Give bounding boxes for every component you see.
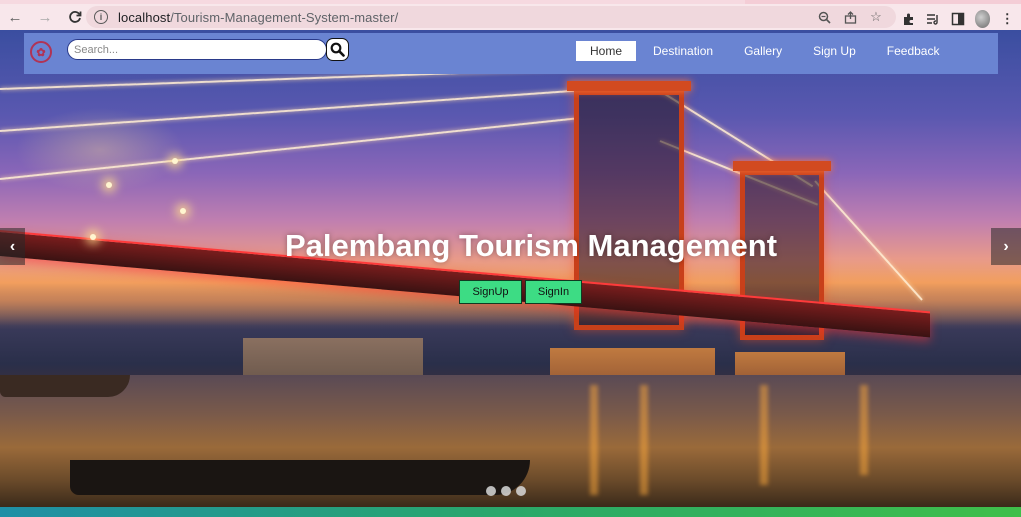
boat-silhouette <box>0 375 130 397</box>
page-viewport: ✿ Home Destination Gallery Sign Up Feedb… <box>0 30 1021 517</box>
hero-background-image <box>0 30 1021 507</box>
light-reflection <box>640 385 648 495</box>
nav-home[interactable]: Home <box>576 41 637 61</box>
search-icon <box>330 42 345 57</box>
media-icon[interactable] <box>926 10 942 28</box>
forward-arrow-icon[interactable]: → <box>34 6 56 28</box>
chevron-left-icon: ‹ <box>9 237 16 255</box>
bridge-cable <box>0 117 577 180</box>
nav-feedback[interactable]: Feedback <box>873 41 954 61</box>
reload-icon[interactable] <box>64 6 86 28</box>
nav-destination[interactable]: Destination <box>639 41 727 61</box>
zoom-icon[interactable] <box>814 7 834 27</box>
site-navbar: ✿ Home Destination Gallery Sign Up Feedb… <box>24 33 998 74</box>
street-lamp <box>106 182 112 188</box>
carousel-next-button[interactable]: › <box>991 228 1021 265</box>
light-reflection <box>860 385 868 475</box>
address-bar[interactable]: i localhost/Tourism-Management-System-ma… <box>86 6 896 28</box>
nav-menu: Home Destination Gallery Sign Up Feedbac… <box>576 41 956 61</box>
carousel-prev-button[interactable]: ‹ <box>0 228 25 265</box>
back-arrow-icon[interactable]: ← <box>4 6 26 28</box>
menu-dots-icon[interactable]: ⋮ <box>999 10 1015 28</box>
signup-button[interactable]: SignUp <box>459 280 522 304</box>
avatar-icon[interactable] <box>974 10 991 28</box>
nav-sign-up[interactable]: Sign Up <box>799 41 870 61</box>
url-text[interactable]: localhost/Tourism-Management-System-mast… <box>118 10 398 25</box>
boat-silhouette <box>70 460 530 495</box>
hero-title: Palembang Tourism Management <box>284 228 778 263</box>
share-icon[interactable] <box>840 7 860 27</box>
logo-icon[interactable]: ✿ <box>30 41 52 63</box>
search-input[interactable] <box>67 39 327 60</box>
extensions-icon[interactable] <box>901 10 917 28</box>
light-reflection <box>760 385 768 485</box>
street-lamp <box>180 208 186 214</box>
browser-toolbar: ← → i localhost/Tourism-Management-Syste… <box>0 4 1021 30</box>
carousel-dot[interactable] <box>501 486 511 496</box>
carousel-indicators <box>486 486 526 496</box>
star-icon[interactable]: ☆ <box>866 7 886 27</box>
signin-button[interactable]: SignIn <box>525 280 582 304</box>
info-icon[interactable]: i <box>94 10 108 24</box>
carousel-dot[interactable] <box>516 486 526 496</box>
bottom-strip <box>0 507 1021 517</box>
street-lamp <box>172 158 178 164</box>
carousel-dot[interactable] <box>486 486 496 496</box>
chevron-right-icon: › <box>1003 237 1009 255</box>
light-reflection <box>590 385 598 495</box>
sidepanel-icon[interactable] <box>950 10 966 28</box>
search-button[interactable] <box>326 38 349 61</box>
nav-gallery[interactable]: Gallery <box>730 41 796 61</box>
